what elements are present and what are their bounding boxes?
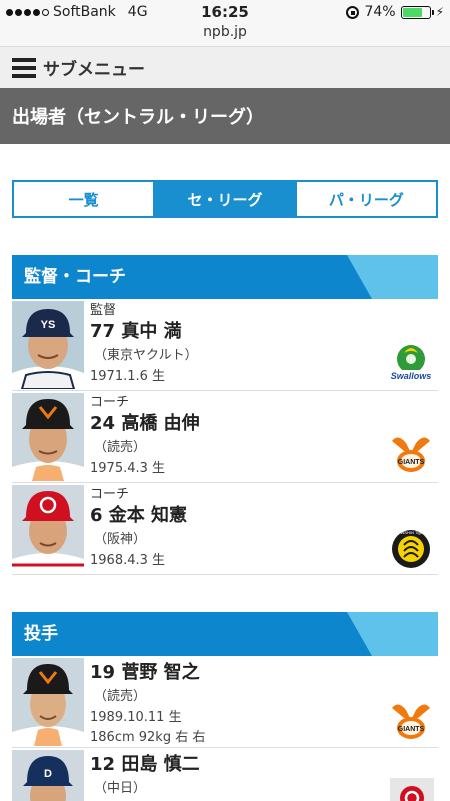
player-info: 12 田島 慎二 （中日） bbox=[90, 752, 380, 800]
player-info: コーチ 6 金本 知憲 （阪神） 1968.4.3 生 bbox=[90, 487, 380, 571]
giants-logo-text: GIANTS bbox=[398, 726, 425, 733]
submenu-label: サブメニュー bbox=[43, 60, 145, 80]
player-info: コーチ 24 高橋 由伸 （読売） 1975.4.3 生 bbox=[90, 395, 380, 479]
charging-icon: ⚡ bbox=[435, 5, 444, 19]
tab-all[interactable]: 一覧 bbox=[14, 182, 153, 216]
player-team: （読売） bbox=[94, 440, 147, 455]
player-number-name: 77 真中 満 bbox=[90, 321, 182, 342]
player-row-kanemoto[interactable]: コーチ 6 金本 知憲 （阪神） 1968.4.3 生 HANSHIN Tige… bbox=[12, 483, 438, 575]
section-title: 監督・コーチ bbox=[24, 267, 126, 287]
player-role: コーチ bbox=[90, 487, 130, 502]
page-title: 出場者（セントラル・リーグ） bbox=[12, 107, 264, 128]
player-team: （中日） bbox=[94, 781, 147, 796]
section-header-pitchers: 投手 bbox=[12, 612, 438, 656]
tigers-logo-text: HANSHIN Tigers bbox=[396, 530, 426, 535]
section-title: 投手 bbox=[24, 624, 58, 644]
battery-icon bbox=[400, 5, 434, 19]
player-role: コーチ bbox=[90, 395, 130, 410]
player-birthdate: 1989.10.11 生 bbox=[90, 710, 182, 725]
player-number-name: 19 菅野 智之 bbox=[90, 662, 200, 683]
giants-logo: GIANTS bbox=[388, 698, 434, 742]
url-bar[interactable]: npb.jp bbox=[0, 24, 450, 40]
player-row-manaka[interactable]: YS 監督 77 真中 満 （東京ヤクルト） 1971.1.6 生 Swallo… bbox=[12, 299, 438, 391]
page-title-bar: 出場者（セントラル・リーグ） bbox=[0, 88, 450, 144]
player-photo bbox=[12, 485, 84, 573]
orientation-lock-icon bbox=[346, 5, 360, 19]
section-header-managers-coaches: 監督・コーチ bbox=[12, 255, 438, 299]
status-right: 74% ⚡ bbox=[346, 4, 444, 20]
tigers-logo: HANSHIN Tigers bbox=[388, 527, 434, 571]
player-photo bbox=[12, 658, 84, 746]
carp-logo bbox=[390, 778, 434, 801]
player-photo: YS bbox=[12, 301, 84, 389]
player-birthdate: 1971.1.6 生 bbox=[90, 369, 166, 384]
player-team: （読売） bbox=[94, 689, 147, 704]
swallows-logo-text: Swallows bbox=[391, 371, 432, 381]
player-role: 監督 bbox=[90, 303, 117, 318]
player-photo bbox=[12, 393, 84, 481]
player-info: 監督 77 真中 満 （東京ヤクルト） 1971.1.6 生 bbox=[90, 303, 380, 387]
status-bar: SoftBank 4G 16:25 npb.jp 74% ⚡ bbox=[0, 0, 450, 46]
league-tabs: 一覧 セ・リーグ パ・リーグ bbox=[12, 180, 438, 218]
svg-text:YS: YS bbox=[41, 319, 56, 331]
player-photo: D bbox=[12, 750, 84, 801]
player-birthdate: 1968.4.3 生 bbox=[90, 553, 166, 568]
submenu-button[interactable]: サブメニュー bbox=[0, 46, 450, 88]
giants-logo: GIANTS bbox=[388, 431, 434, 475]
player-info: 19 菅野 智之 （読売） 1989.10.11 生 186cm 92kg 右 … bbox=[90, 660, 380, 748]
tab-central-league[interactable]: セ・リーグ bbox=[153, 182, 295, 216]
swallows-logo: Swallows bbox=[388, 339, 434, 383]
player-number-name: 6 金本 知憲 bbox=[90, 505, 188, 526]
battery-percent: 74% bbox=[364, 4, 396, 20]
player-row-sugano[interactable]: 19 菅野 智之 （読売） 1989.10.11 生 186cm 92kg 右 … bbox=[12, 656, 438, 748]
player-birthdate: 1975.4.3 生 bbox=[90, 461, 166, 476]
hamburger-menu-icon bbox=[12, 57, 36, 78]
player-team: （阪神） bbox=[94, 532, 147, 547]
giants-logo-text: GIANTS bbox=[398, 459, 425, 466]
player-row-tajima[interactable]: D 12 田島 慎二 （中日） bbox=[12, 748, 438, 801]
player-team: （東京ヤクルト） bbox=[94, 348, 198, 363]
tab-pacific-league[interactable]: パ・リーグ bbox=[294, 182, 436, 216]
player-body-stats: 186cm 92kg 右 右 bbox=[90, 730, 206, 745]
player-number-name: 24 高橋 由伸 bbox=[90, 413, 200, 434]
player-number-name: 12 田島 慎二 bbox=[90, 754, 200, 775]
svg-text:D: D bbox=[44, 768, 52, 780]
player-row-takahashi[interactable]: コーチ 24 高橋 由伸 （読売） 1975.4.3 生 GIANTS bbox=[12, 391, 438, 483]
